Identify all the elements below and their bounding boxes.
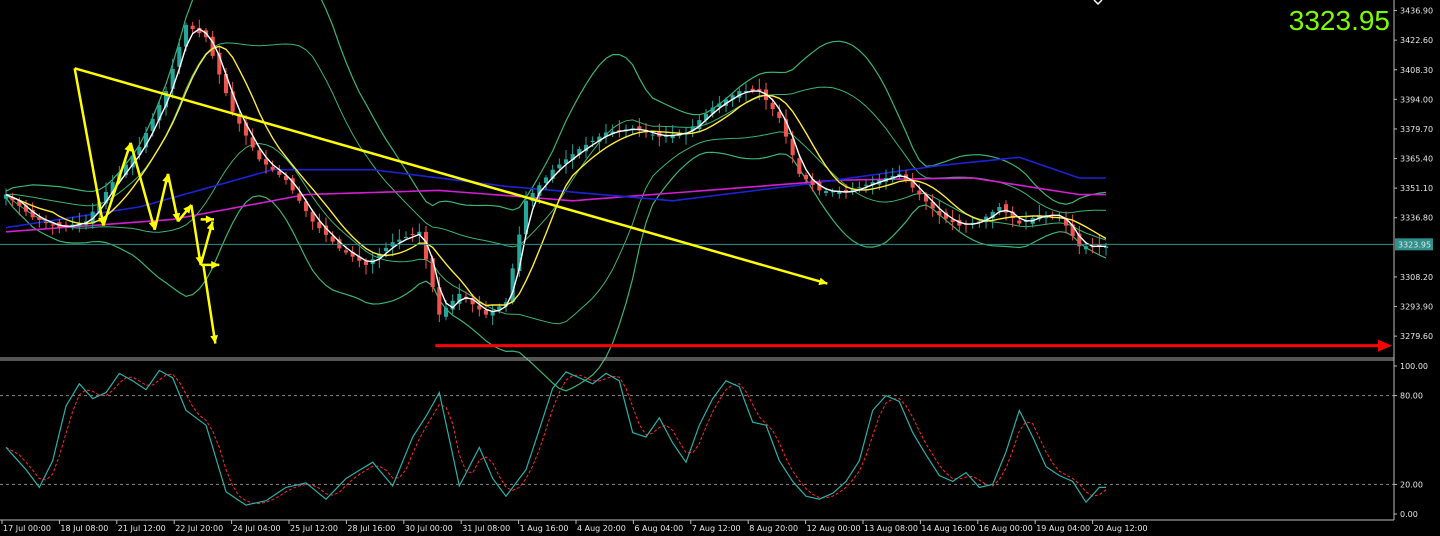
- price-tick-label: 3436.90: [1400, 7, 1433, 16]
- time-tick-label: 14 Aug 16:00: [921, 524, 975, 533]
- candle-body: [410, 234, 415, 236]
- candle-body: [803, 174, 809, 180]
- time-tick-label: 28 Jul 16:00: [347, 524, 395, 533]
- time-tick-label: 24 Jul 04:00: [233, 524, 281, 533]
- price-tick-label: 3394.00: [1400, 95, 1433, 104]
- candle-body: [823, 190, 829, 194]
- time-tick-label: 30 Jul 00:00: [405, 524, 453, 533]
- candle-body: [397, 239, 402, 242]
- time-tick-label: 13 Aug 08:00: [864, 524, 918, 533]
- time-tick-label: 12 Aug 00:00: [807, 524, 861, 533]
- price-tick-label: 3279.60: [1400, 332, 1433, 341]
- time-tick-label: 1 Aug 16:00: [520, 524, 569, 533]
- trading-chart: 3436.90 3422.60 3408.30 3394.00 3379.70 3365.…: [0, 0, 1440, 536]
- candle-body: [50, 224, 55, 226]
- candle-body: [1017, 220, 1022, 224]
- candle-body: [383, 247, 389, 252]
- time-tick-label: 25 Jul 12:00: [290, 524, 338, 533]
- candle-body: [997, 206, 1002, 212]
- time-tick-label: 4 Aug 20:00: [577, 524, 626, 533]
- time-tick-label: 31 Jul 08:00: [462, 524, 510, 533]
- price-tick-label: 3351.10: [1400, 184, 1433, 193]
- time-tick-label: 16 Aug 00:00: [979, 524, 1033, 533]
- candle-body: [190, 25, 195, 29]
- candle-body: [403, 236, 409, 238]
- candle-body: [590, 140, 595, 142]
- price-tick-label: 3379.70: [1400, 125, 1433, 134]
- price-tick-label: 3336.80: [1400, 214, 1433, 223]
- time-tick-label: 6 Aug 04:00: [634, 524, 683, 533]
- candle-body: [557, 164, 562, 169]
- time-tick-label: 21 Jul 12:00: [118, 524, 166, 533]
- stochastic-tick-label: 0.00: [1400, 510, 1418, 519]
- candle-body: [1083, 246, 1089, 250]
- candle-body: [797, 158, 802, 174]
- price-tick-label: 3365.40: [1400, 155, 1433, 164]
- stochastic-tick-label: 80.00: [1400, 392, 1423, 401]
- candle-body: [270, 166, 275, 170]
- candle-body: [770, 103, 775, 110]
- chart-background: [0, 0, 1440, 536]
- price-tick-label: 3293.90: [1400, 303, 1433, 312]
- candle-body: [443, 307, 449, 317]
- candle-body: [257, 150, 262, 160]
- time-tick-label: 8 Aug 20:00: [749, 524, 798, 533]
- stochastic-tick-label: 100.00: [1400, 362, 1428, 371]
- candle-body: [363, 261, 369, 265]
- candle-body: [343, 250, 349, 253]
- candle-body: [297, 193, 302, 201]
- candle-body: [863, 184, 869, 186]
- candle-body: [43, 222, 49, 224]
- candle-body: [937, 210, 942, 216]
- price-tick-label: 3308.20: [1400, 273, 1433, 282]
- current-price-label: 3323.95: [1398, 240, 1431, 249]
- candle-body: [263, 159, 269, 165]
- time-tick-label: 17 Jul 00:00: [3, 524, 51, 533]
- candle-body: [650, 134, 655, 136]
- candle-body: [917, 190, 922, 195]
- candle-body: [543, 177, 549, 184]
- time-tick-label: 19 Aug 04:00: [1036, 524, 1090, 533]
- time-tick-label: 7 Aug 12:00: [692, 524, 741, 533]
- candle-body: [483, 310, 489, 315]
- time-tick-label: 20 Aug 12:00: [1094, 524, 1148, 533]
- stochastic-tick-label: 20.00: [1400, 480, 1423, 489]
- current-price-display: 3323.95: [1289, 5, 1390, 36]
- price-tick-label: 3422.60: [1400, 36, 1433, 45]
- candle-body: [857, 187, 862, 189]
- time-tick-label: 18 Jul 08:00: [60, 524, 108, 533]
- price-tick-label: 3408.30: [1400, 66, 1433, 75]
- time-tick-label: 22 Jul 20:00: [175, 524, 223, 533]
